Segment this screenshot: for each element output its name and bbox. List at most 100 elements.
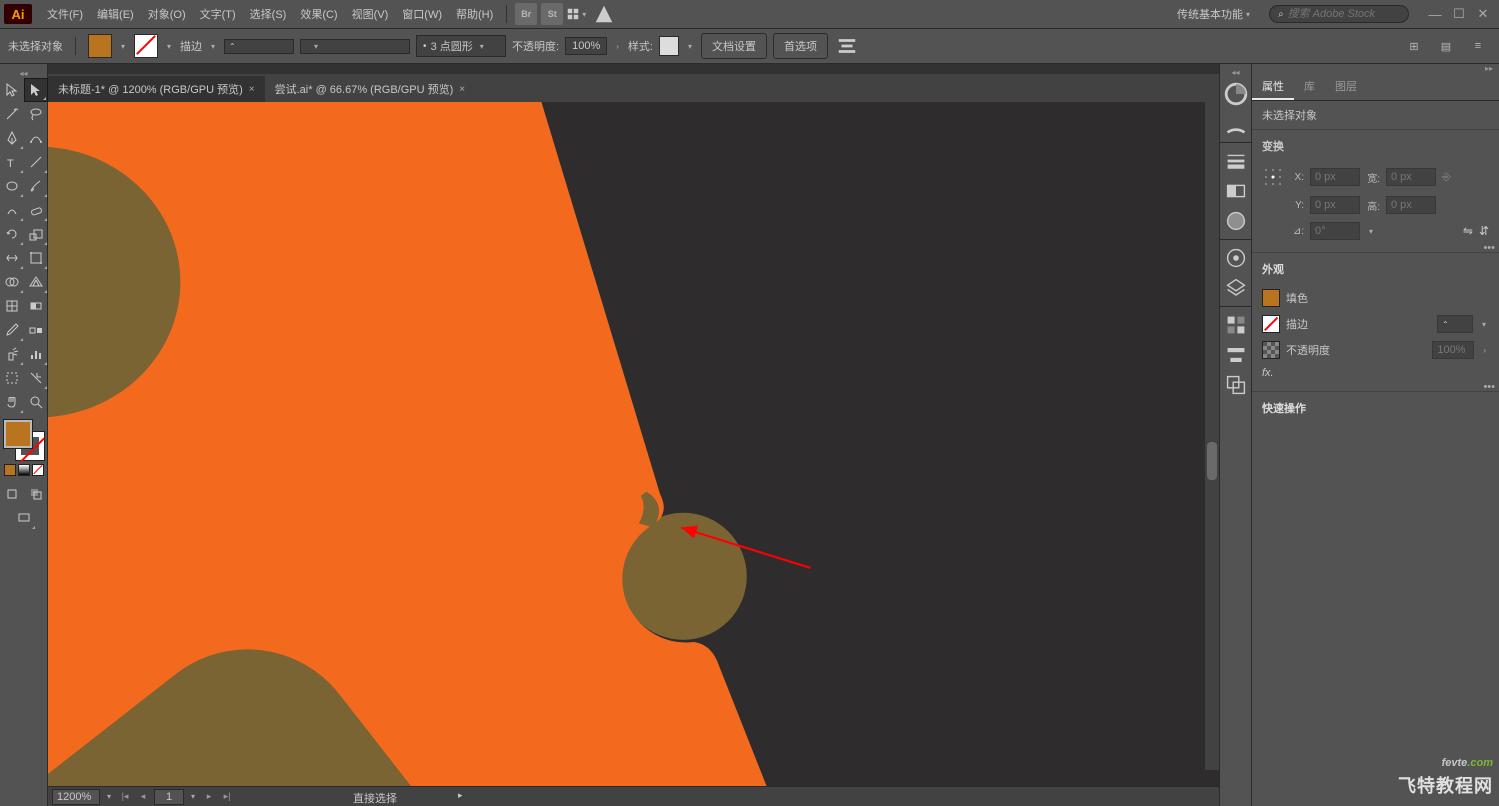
artboard-tool[interactable] bbox=[0, 366, 24, 390]
control-opt-2-icon[interactable]: ▤ bbox=[1435, 35, 1457, 57]
zoom-tool[interactable] bbox=[24, 390, 48, 414]
zoom-field[interactable]: 1200% bbox=[52, 789, 100, 805]
stroke-panel-icon[interactable] bbox=[1222, 147, 1250, 175]
color-guide-icon[interactable] bbox=[1222, 110, 1250, 138]
last-page-button[interactable]: ▸| bbox=[220, 790, 234, 804]
fill-indicator[interactable] bbox=[4, 420, 32, 448]
brush-tool[interactable] bbox=[24, 174, 48, 198]
tab-layers[interactable]: 图层 bbox=[1325, 74, 1367, 100]
gradient-panel-icon[interactable] bbox=[1222, 177, 1250, 205]
menu-edit[interactable]: 编辑(E) bbox=[90, 0, 141, 28]
pen-tool[interactable] bbox=[0, 126, 24, 150]
workspace-switcher[interactable]: 传统基本功能▾ bbox=[1169, 6, 1261, 22]
color-panel-icon[interactable] bbox=[1222, 80, 1250, 108]
opacity-value-prop[interactable]: 100% bbox=[1432, 341, 1474, 359]
stroke-style-drop[interactable]: ▾ bbox=[1479, 320, 1489, 329]
pathfinder-panel-icon[interactable] bbox=[1222, 371, 1250, 399]
align-panel-icon[interactable] bbox=[1222, 341, 1250, 369]
h-input[interactable]: 0 px bbox=[1386, 196, 1436, 214]
stroke-weight-input[interactable]: ⌃ bbox=[224, 39, 294, 54]
color-mode-gradient[interactable] bbox=[18, 464, 30, 476]
ellipse-tool[interactable] bbox=[0, 174, 24, 198]
dock-collapse[interactable]: ◂◂ bbox=[1220, 68, 1251, 78]
appearance-panel-icon[interactable] bbox=[1222, 244, 1250, 272]
first-page-button[interactable]: |◂ bbox=[118, 790, 132, 804]
gpu-icon[interactable] bbox=[593, 3, 615, 25]
menu-type[interactable]: 文字(T) bbox=[193, 0, 243, 28]
menu-view[interactable]: 视图(V) bbox=[345, 0, 396, 28]
flip-h-icon[interactable]: ⇋ bbox=[1463, 224, 1473, 238]
stroke-weight-prop[interactable]: ⌃ bbox=[1437, 315, 1473, 333]
fx-label[interactable]: fx. bbox=[1262, 367, 1274, 379]
hand-tool[interactable] bbox=[0, 390, 24, 414]
selection-tool[interactable] bbox=[0, 78, 24, 102]
stock-icon[interactable]: St bbox=[541, 3, 563, 25]
maximize-button[interactable]: ☐ bbox=[1447, 5, 1471, 23]
search-input[interactable] bbox=[1288, 8, 1400, 20]
rotate-tool[interactable] bbox=[0, 222, 24, 246]
angle-input[interactable]: 0° bbox=[1310, 222, 1360, 240]
curvature-tool[interactable] bbox=[24, 126, 48, 150]
type-tool[interactable]: T bbox=[0, 150, 24, 174]
layers-panel-icon[interactable] bbox=[1222, 274, 1250, 302]
control-opt-1-icon[interactable]: ⊞ bbox=[1403, 35, 1425, 57]
magic-wand-tool[interactable] bbox=[0, 102, 24, 126]
tab-close-icon[interactable]: × bbox=[459, 84, 465, 95]
color-mode-none[interactable] bbox=[32, 464, 44, 476]
appearance-more-icon[interactable]: ••• bbox=[1483, 381, 1495, 393]
scale-tool[interactable] bbox=[24, 222, 48, 246]
line-tool[interactable] bbox=[24, 150, 48, 174]
horizontal-scrollbar[interactable]: 直接选择 ▸ bbox=[298, 790, 1155, 804]
brush-def[interactable]: •3 点圆形▾ bbox=[416, 35, 506, 57]
opacity-input[interactable]: 100% bbox=[565, 37, 607, 55]
fill-swatch[interactable] bbox=[88, 34, 112, 58]
menu-effect[interactable]: 效果(C) bbox=[293, 0, 344, 28]
menu-help[interactable]: 帮助(H) bbox=[449, 0, 500, 28]
page-number[interactable]: 1 bbox=[154, 789, 184, 805]
tab-libraries[interactable]: 库 bbox=[1294, 74, 1325, 100]
shaper-tool[interactable] bbox=[0, 198, 24, 222]
perspective-tool[interactable] bbox=[24, 270, 48, 294]
menu-window[interactable]: 窗口(W) bbox=[395, 0, 449, 28]
draw-mode-behind[interactable] bbox=[24, 482, 48, 506]
fill-dropdown[interactable]: ▾ bbox=[118, 42, 128, 51]
preferences-button[interactable]: 首选项 bbox=[773, 33, 828, 59]
swatches-panel-icon[interactable] bbox=[1222, 311, 1250, 339]
screen-mode[interactable] bbox=[12, 506, 36, 530]
tab-close-icon[interactable]: × bbox=[249, 84, 255, 95]
stroke-dropdown[interactable]: ▾ bbox=[164, 42, 174, 51]
style-swatch[interactable] bbox=[659, 36, 679, 56]
doc-setup-button[interactable]: 文档设置 bbox=[701, 33, 767, 59]
toolbox-collapse[interactable]: ◂◂ bbox=[0, 68, 47, 78]
eyedropper-tool[interactable] bbox=[0, 318, 24, 342]
graph-tool[interactable] bbox=[24, 342, 48, 366]
shape-builder-tool[interactable] bbox=[0, 270, 24, 294]
transform-more-icon[interactable]: ••• bbox=[1483, 242, 1495, 254]
fill-swatch-prop[interactable] bbox=[1262, 289, 1280, 307]
panel-collapse[interactable]: ▸▸ bbox=[1252, 64, 1499, 74]
minimize-button[interactable]: — bbox=[1423, 5, 1447, 23]
transparency-panel-icon[interactable] bbox=[1222, 207, 1250, 235]
free-transform-tool[interactable] bbox=[24, 246, 48, 270]
mesh-tool[interactable] bbox=[0, 294, 24, 318]
close-button[interactable]: ✕ bbox=[1471, 5, 1495, 23]
panel-menu-icon[interactable]: ≡ bbox=[1467, 35, 1489, 57]
opacity-slider-prop[interactable]: › bbox=[1480, 346, 1489, 355]
slice-tool[interactable] bbox=[24, 366, 48, 390]
menu-file[interactable]: 文件(F) bbox=[40, 0, 90, 28]
y-input[interactable]: 0 px bbox=[1310, 196, 1360, 214]
arrange-docs-icon[interactable]: ▾ bbox=[567, 3, 589, 25]
flip-v-icon[interactable]: ⇵ bbox=[1479, 224, 1489, 238]
scrollbar-thumb[interactable] bbox=[1207, 442, 1217, 480]
w-input[interactable]: 0 px bbox=[1386, 168, 1436, 186]
x-input[interactable]: 0 px bbox=[1310, 168, 1360, 186]
menu-object[interactable]: 对象(O) bbox=[141, 0, 193, 28]
tool-play-icon[interactable]: ▸ bbox=[458, 790, 463, 801]
link-wh-icon[interactable]: ⎆ bbox=[1442, 171, 1451, 184]
stroke-swatch-prop[interactable] bbox=[1262, 315, 1280, 333]
draw-mode-normal[interactable] bbox=[0, 482, 24, 506]
search-box[interactable]: ⌕ bbox=[1269, 5, 1409, 23]
gradient-tool[interactable] bbox=[24, 294, 48, 318]
prev-page-button[interactable]: ◂ bbox=[136, 790, 150, 804]
symbol-sprayer-tool[interactable] bbox=[0, 342, 24, 366]
